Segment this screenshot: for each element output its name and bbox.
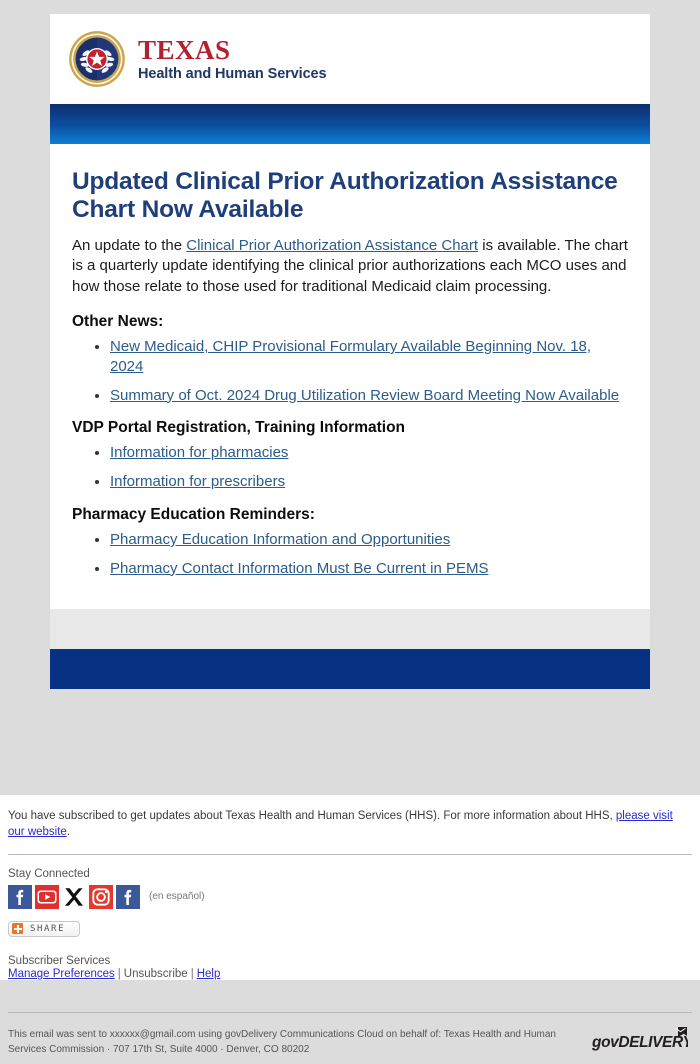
- sent-notice-text: This email was sent to xxxxxx@gmail.com …: [8, 1029, 556, 1055]
- page-title: Updated Clinical Prior Authorization Ass…: [72, 168, 618, 223]
- link-list-other-news: New Medicaid, CHIP Provisional Formulary…: [72, 337, 628, 405]
- texas-state-seal-icon: [68, 30, 126, 88]
- list-item: New Medicaid, CHIP Provisional Formulary…: [110, 337, 628, 377]
- stay-connected-label: Stay Connected: [8, 867, 90, 880]
- link-list-vdp-portal: Information for pharmacies Information f…: [72, 443, 628, 492]
- share-plus-icon: [12, 923, 23, 935]
- subscription-notice: You have subscribed to get updates about…: [8, 809, 692, 841]
- govdelivery-logo: govDELIVERY: [591, 1026, 695, 1057]
- govdelivery-footer: You have subscribed to get updates about…: [0, 795, 700, 981]
- link-new-medicaid-chip-formulary[interactable]: New Medicaid, CHIP Provisional Formulary…: [110, 338, 591, 375]
- email-logo-header: TEXAS Health and Human Services: [50, 14, 650, 104]
- subscription-notice-prefix: You have subscribed to get updates about…: [8, 810, 616, 822]
- link-information-for-prescribers[interactable]: Information for prescribers: [110, 473, 285, 490]
- header-accent-band: [50, 104, 650, 144]
- manage-preferences-link[interactable]: Manage Preferences: [8, 968, 115, 980]
- youtube-icon[interactable]: [35, 884, 59, 909]
- email-card: TEXAS Health and Human Services Updated …: [50, 14, 650, 689]
- email-grey-spacer: [50, 608, 650, 649]
- link-pharmacy-contact-pems[interactable]: Pharmacy Contact Information Must Be Cur…: [110, 560, 488, 577]
- svg-text:govDELIVERY: govDELIVERY: [592, 1034, 688, 1051]
- clinical-prior-auth-chart-link[interactable]: Clinical Prior Authorization Assistance …: [186, 237, 478, 254]
- lede-prefix: An update to the: [72, 236, 187, 254]
- email-body: Updated Clinical Prior Authorization Ass…: [50, 144, 650, 609]
- list-item: Information for pharmacies: [110, 443, 628, 463]
- link-information-for-pharmacies[interactable]: Information for pharmacies: [110, 444, 288, 461]
- list-item: Information for prescribers: [110, 472, 628, 492]
- share-button-label: SHARE: [30, 923, 66, 934]
- brand-name-secondary: Health and Human Services: [138, 65, 327, 82]
- link-pharmacy-education-opportunities[interactable]: Pharmacy Education Information and Oppor…: [110, 531, 450, 548]
- list-item: Summary of Oct. 2024 Drug Utilization Re…: [110, 386, 628, 406]
- article-lede: An update to the Clinical Prior Authoriz…: [72, 236, 628, 297]
- section-heading-vdp-portal: VDP Portal Registration, Training Inform…: [72, 419, 406, 437]
- instagram-icon[interactable]: [89, 884, 113, 909]
- email-page: TEXAS Health and Human Services Updated …: [0, 0, 700, 1064]
- footer-divider: [8, 853, 692, 855]
- link-separator-2: |: [190, 968, 194, 981]
- facebook-espanol-icon[interactable]: [116, 884, 140, 909]
- help-link[interactable]: Help: [197, 968, 221, 980]
- list-item: Pharmacy Education Information and Oppor…: [110, 530, 628, 550]
- unsubscribe-link[interactable]: Unsubscribe: [124, 968, 188, 980]
- espanol-note: (en español): [149, 891, 205, 903]
- subscriber-services-label: Subscriber Services: [8, 955, 111, 968]
- section-heading-other-news: Other News:: [72, 313, 164, 331]
- email-sent-notice-block: This email was sent to xxxxxx@gmail.com …: [0, 1012, 700, 1064]
- brand-wordmark: TEXAS Health and Human Services: [138, 34, 327, 82]
- link-dur-board-meeting-summary[interactable]: Summary of Oct. 2024 Drug Utilization Re…: [110, 387, 619, 404]
- subscription-notice-suffix: .: [66, 825, 71, 838]
- email-footer-band: [50, 648, 650, 689]
- bottom-divider: [8, 1012, 692, 1013]
- subscriber-services-links: Manage Preferences | Unsubscribe | Help: [8, 968, 692, 980]
- link-separator-1: |: [117, 968, 121, 981]
- brand-name-primary: TEXAS: [138, 34, 231, 65]
- social-links-row: (en español): [8, 884, 692, 909]
- list-item: Pharmacy Contact Information Must Be Cur…: [110, 559, 628, 579]
- x-twitter-icon[interactable]: [62, 884, 86, 909]
- facebook-icon[interactable]: [8, 884, 32, 909]
- section-heading-pharmacy-education: Pharmacy Education Reminders:: [72, 506, 315, 523]
- link-list-pharmacy-education: Pharmacy Education Information and Oppor…: [72, 530, 628, 579]
- share-button[interactable]: SHARE: [8, 920, 81, 937]
